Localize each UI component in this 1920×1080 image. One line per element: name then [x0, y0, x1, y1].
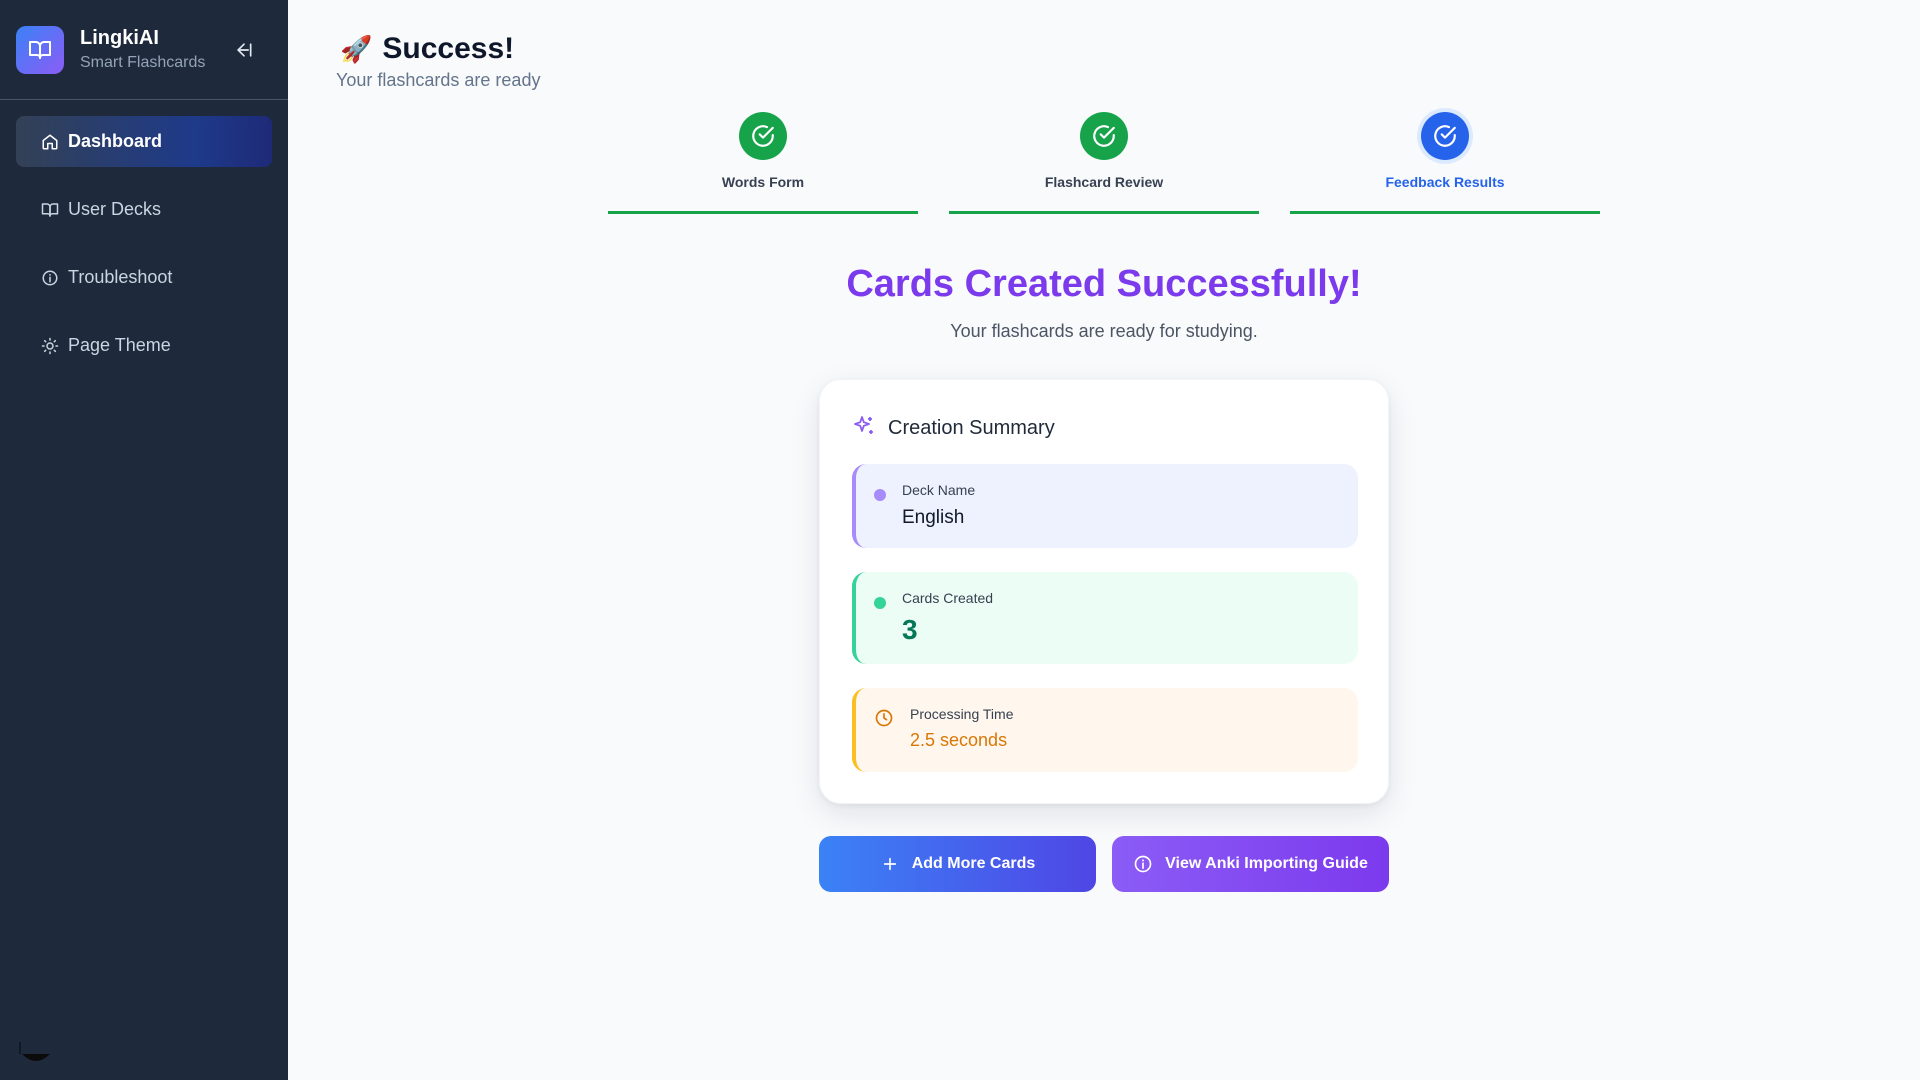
brand-name: LingkiAI — [80, 26, 159, 49]
info-icon — [40, 268, 60, 288]
page-subtitle: Your flashcards are ready — [336, 70, 541, 90]
sidebar-item-troubleshoot[interactable]: Troubleshoot — [16, 252, 272, 303]
cards-dot-icon — [874, 597, 886, 609]
step-label: Words Form — [721, 174, 805, 190]
clock-icon — [874, 708, 894, 733]
cards-created-value: 3 — [902, 614, 918, 645]
sidebar-item-label: Dashboard — [68, 131, 163, 151]
step-flashcard-review: Flashcard Review — [949, 112, 1259, 214]
view-anki-guide-button[interactable]: View Anki Importing Guide — [1112, 836, 1389, 892]
creation-summary-card: Creation Summary Deck Name English Cards… — [819, 379, 1389, 804]
step-label: Flashcard Review — [1044, 174, 1164, 190]
deck-name-label: Deck Name — [902, 482, 976, 498]
deck-dot-icon — [874, 489, 886, 501]
info-icon — [1133, 854, 1153, 874]
step-progress-line — [608, 211, 918, 214]
rocket-icon: 🚀 — [340, 33, 373, 64]
check-circle-icon — [1080, 112, 1128, 160]
step-progress-line — [1290, 211, 1600, 214]
deck-name-box: Deck Name English — [852, 464, 1358, 548]
page-header: 🚀 Success! Your flashcards are ready — [336, 32, 540, 91]
sparkles-icon — [852, 414, 876, 443]
step-progress-line — [949, 211, 1259, 214]
sun-icon — [40, 336, 60, 356]
add-more-cards-button[interactable]: Add More Cards — [819, 836, 1096, 892]
collapse-icon — [237, 43, 252, 57]
step-feedback-results: Feedback Results — [1290, 112, 1600, 214]
add-more-cards-label: Add More Cards — [911, 855, 1036, 872]
brand-header: LingkiAI Smart Flashcards — [0, 0, 288, 100]
sidebar-item-label: Page Theme — [68, 335, 171, 355]
check-circle-icon — [1421, 112, 1469, 160]
deck-name-value: English — [902, 507, 965, 528]
book-icon — [40, 200, 60, 220]
cards-created-label: Cards Created — [902, 590, 994, 606]
brand-subtitle: Smart Flashcards — [80, 53, 206, 71]
processing-time-label: Processing Time — [910, 706, 1014, 722]
page-title: Success! — [382, 32, 515, 65]
home-icon — [40, 132, 60, 152]
sidebar-item-label: Troubleshoot — [68, 267, 173, 287]
floating-widget[interactable] — [18, 1040, 54, 1068]
sidebar-item-user-decks[interactable]: User Decks — [16, 184, 272, 235]
processing-time-value: 2.5 seconds — [910, 730, 1008, 750]
summary-title: Creation Summary — [888, 417, 1055, 439]
sidebar-item-dashboard[interactable]: Dashboard — [16, 116, 272, 167]
success-headline: Cards Created Successfully! — [846, 263, 1362, 305]
check-circle-icon — [739, 112, 787, 160]
processing-time-box: Processing Time 2.5 seconds — [852, 688, 1358, 772]
collapse-sidebar-button[interactable] — [230, 36, 258, 64]
step-label: Feedback Results — [1385, 174, 1505, 190]
sidebar-nav: Dashboard User Decks Troubleshoot Page T… — [0, 100, 288, 371]
book-open-icon — [16, 25, 64, 74]
step-words-form: Words Form — [608, 112, 918, 214]
view-anki-guide-label: View Anki Importing Guide — [1165, 855, 1368, 872]
success-subheadline: Your flashcards are ready for studying. — [950, 321, 1258, 341]
plus-icon — [880, 854, 900, 874]
sidebar-item-label: User Decks — [68, 199, 162, 219]
cards-created-box: Cards Created 3 — [852, 572, 1358, 664]
sidebar-item-page-theme[interactable]: Page Theme — [16, 320, 272, 371]
sidebar: LingkiAI Smart Flashcards Dashboard User… — [0, 0, 288, 1080]
